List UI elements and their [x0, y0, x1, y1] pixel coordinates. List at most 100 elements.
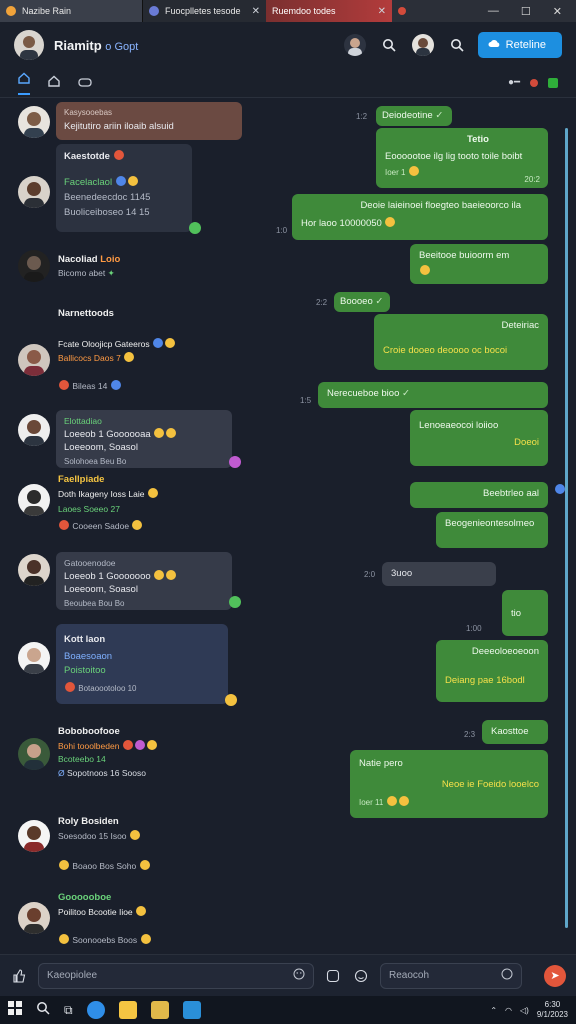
- emoji-icon: [420, 265, 430, 275]
- tab-label: Nazibe Rain: [22, 6, 72, 16]
- message-bubble-outgoing[interactable]: tio: [502, 590, 548, 636]
- maximize-icon[interactable]: ☐: [521, 5, 531, 18]
- message-bubble[interactable]: Kaestotde Facelaclaol Beenedeecdoc 1145 …: [56, 144, 192, 232]
- message-bubble-outgoing[interactable]: Boooeo ✓: [334, 292, 390, 312]
- smiley-icon[interactable]: [293, 968, 305, 983]
- gamepad-icon[interactable]: [78, 74, 92, 92]
- message-bubble[interactable]: Kott laon Boaesoaon Poistoitoo Botaoooto…: [56, 624, 228, 704]
- message-meta: Botaoootoloo 10: [64, 682, 220, 693]
- reaction-icon[interactable]: [229, 456, 241, 468]
- message-bubble[interactable]: Elottadiao Loeeob 1 Goooooaa Loeeoom, So…: [56, 410, 232, 468]
- message-text: Soonooebs Boos: [58, 934, 152, 945]
- emoji-icon: [129, 830, 140, 840]
- smiley-icon[interactable]: [501, 968, 513, 983]
- record-icon[interactable]: [530, 78, 538, 87]
- avatar[interactable]: [18, 414, 50, 446]
- browser-app-icon[interactable]: [86, 1001, 105, 1019]
- message-bubble-outgoing[interactable]: Beogenieontesolmeo: [436, 512, 548, 548]
- message-text: Buoliceiboseo 14 15: [64, 207, 150, 218]
- emoji-icon: [147, 488, 158, 498]
- status-icon[interactable]: [548, 77, 558, 88]
- message-list[interactable]: Kasysooebas Kejitutiro ariin iloaib alsu…: [0, 98, 576, 954]
- tab-action[interactable]: [392, 0, 416, 22]
- windows-start-icon[interactable]: [8, 1000, 22, 1020]
- send-button[interactable]: ➤: [544, 964, 566, 987]
- message-text: Poistoitoo: [64, 665, 106, 676]
- avatar[interactable]: [18, 738, 50, 770]
- wifi-icon[interactable]: ◠: [505, 1006, 512, 1015]
- header-actions: [343, 34, 466, 56]
- close-icon[interactable]: ✕: [553, 5, 562, 18]
- volume-icon[interactable]: ◁): [520, 1006, 529, 1015]
- emoji-icon: [59, 934, 69, 944]
- emoji-icon: [166, 428, 177, 438]
- message-title: Tetio: [467, 134, 489, 145]
- sticker-icon[interactable]: [324, 967, 342, 985]
- message-bubble-outgoing[interactable]: Deoie laieinoei floegteo baeieoorco ila …: [292, 194, 548, 240]
- message-bubble-outgoing[interactable]: Kaosttoe: [482, 720, 548, 744]
- message-bubble-outgoing[interactable]: Tetio Eoooootoe ilg lig tooto toile boib…: [376, 128, 548, 188]
- avatar[interactable]: [18, 344, 50, 376]
- avatar[interactable]: [18, 902, 50, 934]
- message-bubble-outgoing[interactable]: Lenoeaeocoi loiioo Doeoi: [410, 410, 548, 466]
- browser-tab-active[interactable]: Ruemdoo todes ✕: [266, 0, 392, 22]
- message-text: Deiang pae 16bodl: [445, 675, 525, 686]
- file-explorer-icon[interactable]: [150, 1001, 169, 1019]
- thumbs-up-icon[interactable]: [10, 967, 28, 985]
- home-icon[interactable]: [18, 71, 30, 95]
- emoji-picker-icon[interactable]: [352, 967, 370, 985]
- minimize-icon[interactable]: —: [488, 5, 499, 18]
- chevron-up-icon[interactable]: ⌃: [490, 1006, 497, 1015]
- message-text: Fcate Oloojicp Gateeros: [58, 338, 176, 349]
- message-bubble-outgoing[interactable]: Beeitooe buioorm em: [410, 244, 548, 284]
- message-bubble[interactable]: Gatooenodoe Loeeob 1 Gooooooo Loeeoom, S…: [56, 552, 232, 610]
- message-text: Kaosttoe: [491, 726, 529, 737]
- message-bubble[interactable]: Kasysooebas Kejitutiro ariin iloaib alsu…: [56, 102, 242, 140]
- browser-tab[interactable]: Nazibe Rain: [0, 0, 142, 22]
- group-avatar[interactable]: [14, 30, 44, 60]
- search-icon[interactable]: [36, 1001, 50, 1020]
- avatar[interactable]: [18, 106, 50, 138]
- emoji-icon: [385, 217, 396, 227]
- secondary-input[interactable]: Reaocoh: [380, 962, 522, 989]
- search-icon[interactable]: [448, 36, 466, 54]
- emoji-icon: [153, 338, 164, 348]
- message-bubble-outgoing[interactable]: 3uoo: [382, 562, 496, 586]
- reaction-icon[interactable]: [225, 694, 237, 706]
- message-text: Kejitutiro ariin iloaib alsuid: [64, 121, 174, 132]
- emoji-icon: [154, 428, 165, 438]
- reaction-icon[interactable]: [229, 596, 241, 608]
- message-input[interactable]: Kaeopiolee: [38, 962, 314, 989]
- scrollbar[interactable]: [565, 128, 568, 928]
- task-view-icon[interactable]: ⧉: [64, 1003, 73, 1018]
- primary-action-button[interactable]: Reteline: [477, 32, 562, 58]
- message-text: Croie dooeo deoooo oc bocoi: [383, 345, 508, 356]
- house-icon[interactable]: [48, 74, 60, 92]
- participant-avatar[interactable]: [343, 34, 366, 56]
- avatar[interactable]: [18, 642, 50, 674]
- emoji-icon: [386, 796, 397, 806]
- participant-avatar[interactable]: [411, 34, 434, 56]
- message-bubble-outgoing[interactable]: Deteiriac Croie dooeo deoooo oc bocoi: [374, 314, 548, 370]
- message-bubble-outgoing[interactable]: Nerecueboe bioo ✓: [318, 382, 548, 408]
- browser-tab[interactable]: Fuocplletes tesode ✕: [142, 0, 266, 22]
- chat-app-icon[interactable]: [118, 1001, 137, 1019]
- message-bubble-outgoing[interactable]: Deeeoloeoeoon Deiang pae 16bodl: [436, 640, 548, 702]
- avatar[interactable]: [18, 250, 50, 282]
- avatar[interactable]: [18, 554, 50, 586]
- avatar[interactable]: [18, 176, 50, 208]
- store-app-icon[interactable]: [182, 1001, 201, 1019]
- close-tab-icon[interactable]: ✕: [252, 6, 260, 17]
- system-clock[interactable]: 6:30 9/1/2023: [537, 1000, 568, 1020]
- message-bubble-outgoing[interactable]: Natie pero Neoe ie Foeido looelco Ioer 1…: [350, 750, 548, 818]
- avatar[interactable]: [18, 820, 50, 852]
- reaction-icon[interactable]: [555, 484, 565, 494]
- search-icon[interactable]: [380, 36, 398, 54]
- avatar[interactable]: [18, 484, 50, 516]
- message-bubble-outgoing[interactable]: Deiodeotine ✓: [376, 106, 452, 126]
- message-bubble-outgoing[interactable]: Beebtrleo aal: [410, 482, 548, 508]
- reaction-icon[interactable]: [189, 222, 201, 234]
- close-tab-icon[interactable]: ✕: [378, 6, 386, 17]
- link-icon[interactable]: ●━: [508, 77, 520, 88]
- message-text: Hor laoo 10000050: [301, 217, 539, 229]
